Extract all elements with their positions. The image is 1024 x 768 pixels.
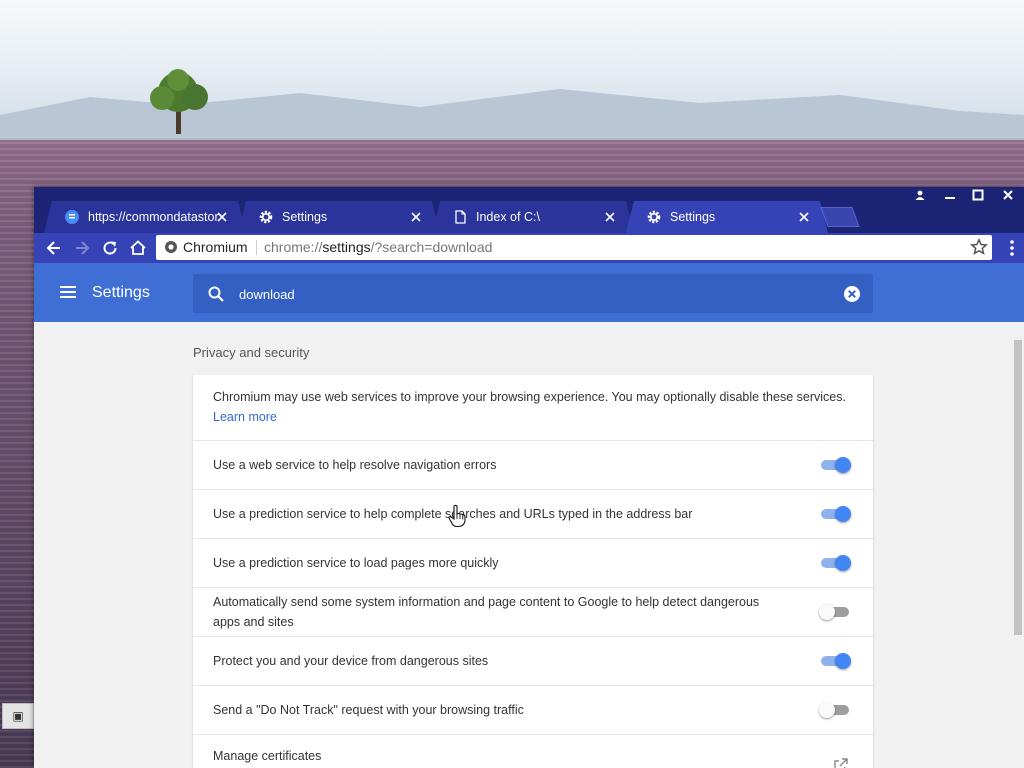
toggle-knob — [835, 653, 851, 669]
url-text[interactable]: chrome://settings/?search=download — [264, 239, 492, 255]
hand-cursor-icon — [448, 504, 466, 528]
tab-title: Settings — [282, 210, 328, 224]
reload-button[interactable] — [98, 236, 122, 260]
minimize-button[interactable] — [936, 187, 964, 203]
setting-label: Protect you and your device from dangero… — [213, 654, 489, 668]
window-controls — [906, 187, 1024, 203]
minimize-icon — [945, 197, 955, 199]
menu-icon[interactable] — [58, 282, 78, 302]
close-icon — [1003, 190, 1013, 200]
setting-row-navigation-errors[interactable]: Use a web service to help resolve naviga… — [193, 440, 873, 489]
toggle-knob — [819, 604, 835, 620]
gear-icon — [647, 210, 661, 224]
do-not-track-toggle[interactable] — [819, 702, 853, 718]
close-window-button[interactable] — [994, 187, 1022, 203]
open-external-icon[interactable] — [833, 757, 849, 768]
close-icon[interactable] — [602, 209, 618, 225]
address-bar[interactable]: Chromium chrome://settings/?search=downl… — [156, 235, 992, 260]
divider — [256, 240, 257, 255]
maximize-icon — [972, 189, 984, 201]
more-vert-icon[interactable] — [1006, 238, 1018, 258]
privacy-intro: Chromium may use web services to improve… — [213, 387, 863, 427]
search-input[interactable] — [237, 282, 801, 306]
chromium-icon — [165, 241, 177, 253]
home-button[interactable] — [126, 236, 150, 260]
tab-commondatastorage[interactable]: https://commondatastor — [44, 201, 246, 233]
gear-icon — [259, 210, 273, 224]
url-path: /?search=download — [370, 239, 493, 255]
prediction-search-toggle[interactable] — [821, 506, 853, 522]
forward-button[interactable] — [70, 236, 94, 260]
search-icon — [208, 286, 224, 302]
close-icon[interactable] — [796, 209, 812, 225]
site-chip: Chromium — [183, 239, 248, 255]
toggle-knob — [835, 457, 851, 473]
learn-more-link[interactable]: Learn more — [213, 410, 277, 424]
arrow-right-icon — [76, 241, 90, 255]
settings-header: Settings — [34, 263, 1024, 322]
toggle-knob — [835, 555, 851, 571]
preload-pages-toggle[interactable] — [821, 555, 853, 571]
tab-title: Index of C:\ — [476, 210, 540, 224]
setting-row-do-not-track[interactable]: Send a "Do Not Track" request with your … — [193, 685, 873, 734]
setting-label: Use a web service to help resolve naviga… — [213, 458, 497, 472]
tab-title: Settings — [670, 210, 716, 224]
safe-browsing-reporting-toggle[interactable] — [819, 604, 853, 620]
tab-index-of-c[interactable]: Index of C:\ — [432, 201, 634, 233]
title-bar: https://commondatastor Settings Index of… — [34, 187, 1024, 233]
toggle-knob — [819, 702, 835, 718]
tab-title: https://commondatastor — [88, 210, 219, 224]
desktop-shortcut-icon[interactable]: ▣ — [2, 703, 34, 729]
profile-button[interactable] — [906, 187, 934, 203]
setting-label: Send a "Do Not Track" request with your … — [213, 703, 524, 717]
reload-icon — [103, 241, 117, 255]
intro-text: Chromium may use web services to improve… — [213, 390, 846, 404]
scrollbar-thumb[interactable] — [1014, 340, 1022, 635]
page-icon — [455, 210, 466, 224]
close-icon[interactable] — [408, 209, 424, 225]
setting-label: Automatically send some system informati… — [213, 595, 760, 629]
toolbar: Chromium chrome://settings/?search=downl… — [34, 233, 1024, 263]
clear-icon[interactable] — [843, 285, 861, 303]
browser-window: https://commondatastor Settings Index of… — [34, 187, 1024, 768]
url-host: settings — [322, 239, 371, 255]
url-scheme: chrome:// — [264, 239, 323, 255]
new-tab-button[interactable] — [820, 207, 860, 227]
setting-row-preload-pages[interactable]: Use a prediction service to load pages m… — [193, 538, 873, 587]
safe-browsing-toggle[interactable] — [821, 653, 853, 669]
tree — [150, 69, 208, 134]
scrollbar[interactable] — [1012, 322, 1024, 768]
tab-settings-active[interactable]: Settings — [626, 201, 828, 233]
setting-label: Manage certificates — [213, 749, 322, 763]
home-icon — [130, 240, 146, 255]
setting-row-manage-certificates[interactable]: Manage certificates — [193, 734, 873, 768]
navigation-errors-toggle[interactable] — [821, 457, 853, 473]
page-title: Settings — [92, 284, 150, 301]
section-title: Privacy and security — [193, 345, 310, 360]
privacy-card: Chromium may use web services to improve… — [193, 375, 873, 768]
arrow-left-icon — [46, 241, 60, 255]
maximize-button[interactable] — [964, 187, 992, 203]
setting-row-prediction-search[interactable]: Use a prediction service to help complet… — [193, 489, 873, 538]
setting-label: Use a prediction service to load pages m… — [213, 556, 499, 570]
back-button[interactable] — [42, 236, 66, 260]
tab-settings-1[interactable]: Settings — [238, 201, 440, 233]
star-icon[interactable] — [970, 238, 988, 256]
settings-search[interactable] — [193, 274, 873, 313]
person-icon — [915, 190, 925, 200]
toggle-knob — [835, 506, 851, 522]
document-blue-icon — [65, 210, 79, 224]
setting-row-safe-browsing[interactable]: Protect you and your device from dangero… — [193, 636, 873, 685]
setting-row-safe-browsing-reporting[interactable]: Automatically send some system informati… — [193, 587, 873, 636]
settings-content: Privacy and security Chromium may use we… — [34, 322, 1024, 768]
close-icon[interactable] — [214, 209, 230, 225]
